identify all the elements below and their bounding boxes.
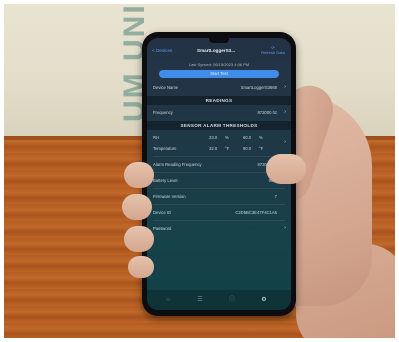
chevron-right-icon: › <box>284 109 286 115</box>
alarm-frequency-label: Alarm Reading Frequency <box>153 162 202 167</box>
camera-notch <box>209 38 229 43</box>
start-test-button[interactable]: Start Test <box>159 70 279 78</box>
device-id-value: C2D5BC3E47F4C1A5 <box>235 210 277 215</box>
device-name-value: SmartLoggerS3668 <box>240 85 277 90</box>
finger-left-3 <box>124 226 154 252</box>
divider <box>153 220 285 221</box>
frequency-value: 872000 hz <box>257 110 277 115</box>
battery-label: Battery Level <box>153 178 178 183</box>
temperature-low-unit: °F <box>225 146 230 151</box>
settings-icon[interactable]: ⚙ <box>259 295 269 305</box>
rh-low-unit: % <box>225 135 229 140</box>
finger-left-4 <box>128 256 154 278</box>
divider <box>153 172 285 173</box>
finger-left-1 <box>124 162 154 188</box>
finger-index <box>266 154 306 184</box>
chevron-right-icon: › <box>284 84 286 90</box>
finger-left-2 <box>122 194 152 220</box>
divider <box>153 156 285 157</box>
chevron-right-icon: › <box>284 225 286 231</box>
temperature-high-unit: °F <box>259 146 264 151</box>
firmware-version-row: Firmware Version 7 <box>147 191 291 202</box>
page-title: SmartLoggerS3... <box>197 48 236 53</box>
chevron-right-icon: › <box>284 139 286 145</box>
photo-scene: UM UNI < Devices SmartLoggerS3... ⟳ Refr… <box>4 4 395 338</box>
rh-label: RH <box>153 135 160 140</box>
refresh-data-button[interactable]: ⟳ Refresh Data <box>259 45 287 55</box>
firmware-label: Firmware Version <box>153 194 186 199</box>
password-label: Password <box>153 226 172 231</box>
password-row[interactable]: Password › <box>147 223 291 234</box>
divider <box>153 188 285 189</box>
temperature-row[interactable]: Temperature 32.0 °F 90.0 °F › <box>147 139 291 154</box>
device-id-label: Device ID <box>153 210 172 215</box>
temperature-high-value: 90.0 <box>243 146 252 151</box>
home-icon[interactable]: ⌂ <box>163 295 173 305</box>
frequency-label: Frequency <box>153 110 173 115</box>
rh-high-unit: % <box>259 135 263 140</box>
rh-low-value: 23.0 <box>209 135 218 140</box>
tab-bar: ⌂ ☰ ⓘ ⚙ <box>147 290 291 310</box>
device-name-label: Device Name <box>153 85 179 90</box>
nav-bar: < Devices SmartLoggerS3... ⟳ Refresh Dat… <box>147 44 291 58</box>
rh-high-value: 60.0 <box>243 135 252 140</box>
firmware-value: 7 <box>274 194 277 199</box>
last-synced-text: Last Synced: 06/15/2023 4:06 PM <box>188 62 250 67</box>
rh-row[interactable]: RH 23.0 % 60.0 % <box>147 132 291 143</box>
temperature-label: Temperature <box>153 146 177 151</box>
device-id-row: Device ID C2D5BC3E47F4C1A5 <box>147 207 291 218</box>
frequency-row[interactable]: Frequency 872000 hz › <box>147 107 291 118</box>
refresh-label: Refresh Data <box>261 50 285 56</box>
readings-header: READINGS <box>147 96 291 105</box>
temperature-low-value: 32.0 <box>209 146 218 151</box>
divider <box>153 204 285 205</box>
info-icon[interactable]: ⓘ <box>227 295 237 305</box>
back-button[interactable]: < Devices <box>152 48 172 53</box>
sensor-alarm-thresholds-header: SENSOR ALARM THRESHOLDS <box>147 121 291 130</box>
device-name-row[interactable]: Device Name SmartLoggerS3668 › <box>147 82 291 93</box>
list-icon[interactable]: ☰ <box>195 295 205 305</box>
